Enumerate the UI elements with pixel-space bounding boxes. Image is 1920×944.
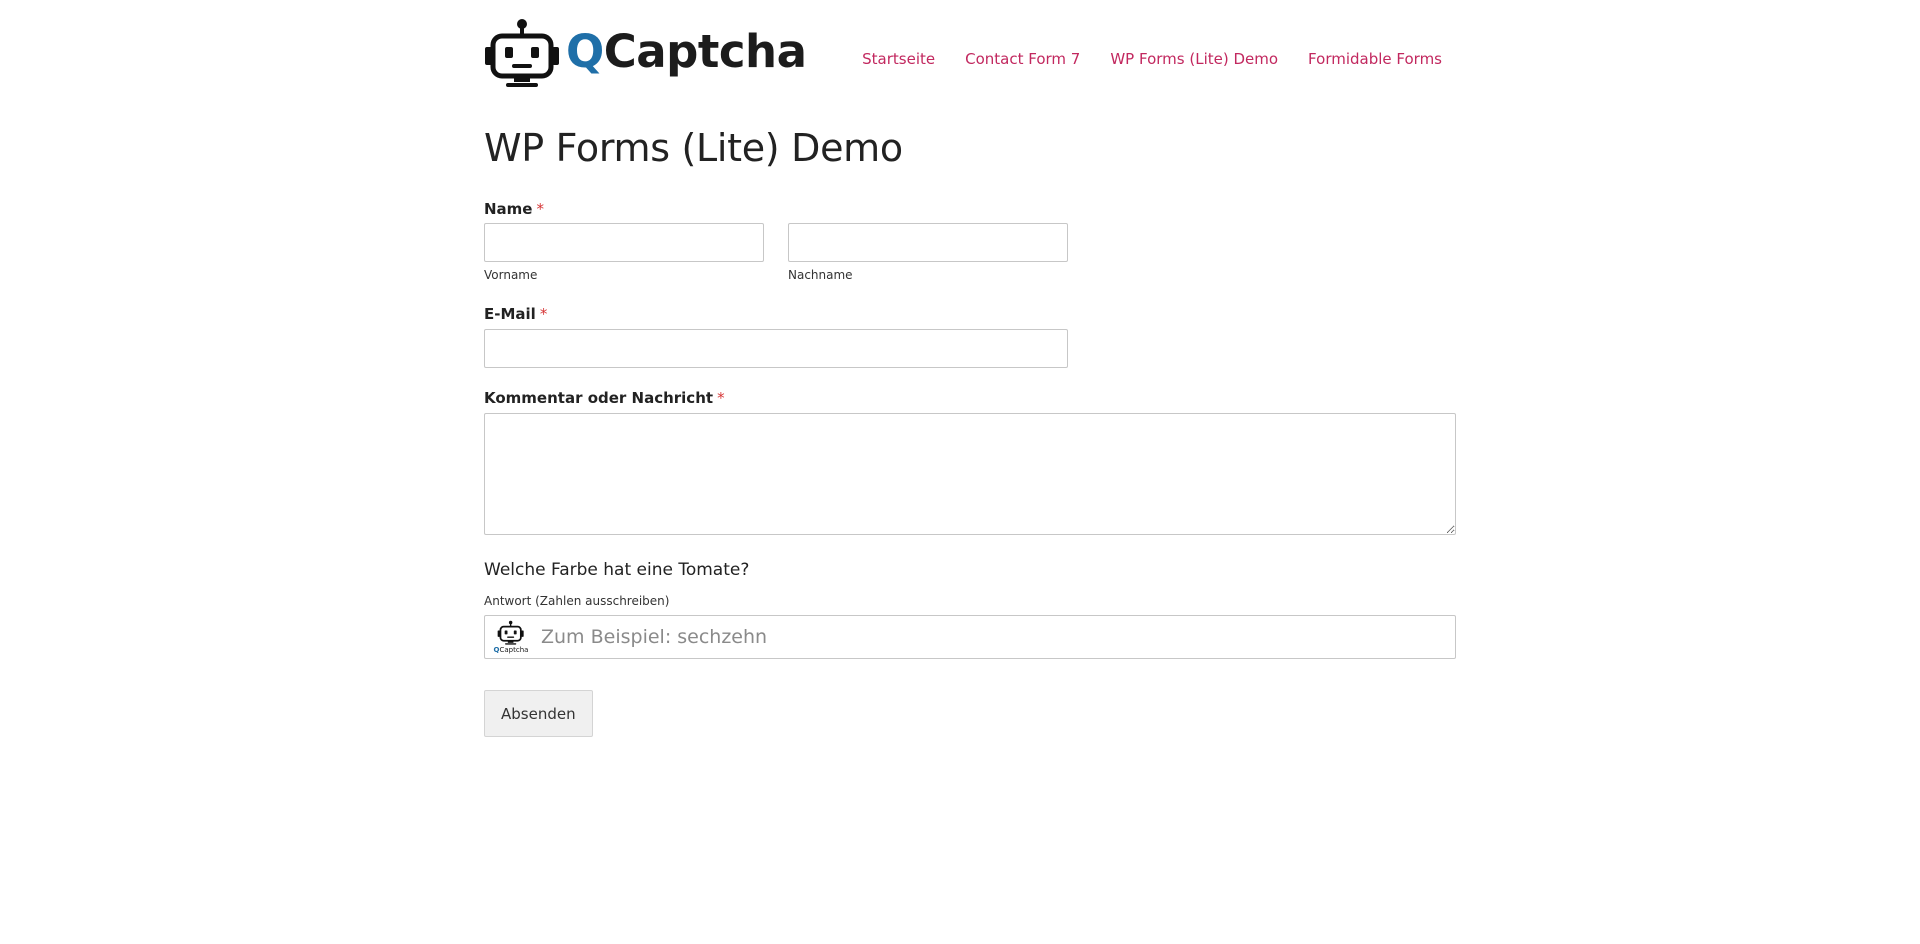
captcha-question: Welche Farbe hat eine Tomate?: [484, 560, 750, 580]
submit-button[interactable]: Absenden: [484, 690, 593, 737]
first-name-sublabel: Vorname: [484, 268, 538, 282]
main-nav: Startseite Contact Form 7 WP Forms (Lite…: [832, 50, 1442, 68]
nav-item-formidable-forms[interactable]: Formidable Forms: [1308, 50, 1442, 68]
email-input[interactable]: [484, 329, 1068, 368]
message-required-mark: *: [717, 389, 725, 407]
captcha-answer-input[interactable]: [533, 616, 1455, 658]
captcha-badge: QCaptcha: [489, 616, 533, 658]
last-name-sublabel: Nachname: [788, 268, 853, 282]
logo-q-letter: Q: [566, 24, 604, 78]
email-field-label: E-Mail *: [484, 305, 547, 323]
message-label-text: Kommentar oder Nachricht: [484, 389, 714, 407]
page: QCaptcha Startseite Contact Form 7 WP Fo…: [0, 0, 1920, 944]
nav-item-startseite[interactable]: Startseite: [862, 50, 935, 68]
logo-name-rest: Captcha: [603, 24, 807, 78]
nav-item-contact-form-7[interactable]: Contact Form 7: [965, 50, 1080, 68]
robot-icon: [485, 19, 559, 87]
site-header: QCaptcha Startseite Contact Form 7 WP Fo…: [484, 14, 1456, 94]
site-logo-text: QCaptcha: [566, 29, 807, 74]
message-field-label: Kommentar oder Nachricht *: [484, 389, 725, 407]
last-name-input[interactable]: [788, 223, 1068, 262]
captcha-field: QCaptcha: [484, 615, 1456, 659]
name-field-label: Name *: [484, 200, 544, 218]
captcha-badge-rest: Captcha: [499, 646, 529, 654]
message-textarea[interactable]: [484, 413, 1456, 535]
page-title: WP Forms (Lite) Demo: [484, 126, 903, 170]
nav-item-wp-forms-demo[interactable]: WP Forms (Lite) Demo: [1110, 50, 1278, 68]
captcha-answer-label: Antwort (Zahlen ausschreiben): [484, 594, 670, 608]
first-name-input[interactable]: [484, 223, 764, 262]
name-label-text: Name: [484, 200, 533, 218]
email-label-text: E-Mail: [484, 305, 536, 323]
site-logo-link[interactable]: QCaptcha: [484, 14, 807, 94]
email-required-mark: *: [539, 305, 548, 323]
name-required-mark: *: [536, 200, 544, 218]
robot-icon: [497, 620, 524, 645]
captcha-badge-text: QCaptcha: [494, 647, 529, 654]
